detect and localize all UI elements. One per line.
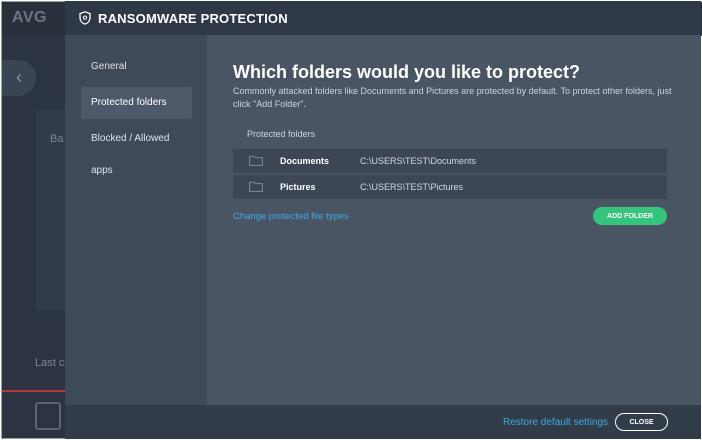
background-partial-text: Ba — [50, 133, 64, 145]
sidebar-item-general[interactable]: General — [81, 51, 192, 83]
folder-name: Documents — [280, 156, 330, 166]
dialog-footer: Restore default settings CLOSE — [65, 405, 701, 439]
change-protected-file-types-link[interactable]: Change protected file types — [233, 211, 349, 222]
section-label-protected-folders: Protected folders — [247, 129, 316, 139]
chevron-left-icon: ‹ — [16, 67, 22, 87]
protected-folders-list: Documents C:\USERS\TEST\Documents Pictur… — [233, 149, 667, 201]
page-description: Commonly attacked folders like Documents… — [233, 86, 672, 109]
dialog-header: RANSOMWARE PROTECTION — [65, 1, 701, 35]
folder-icon — [249, 181, 263, 192]
folder-row-pictures[interactable]: Pictures C:\USERS\TEST\Pictures — [233, 175, 667, 199]
ransomware-protection-dialog: RANSOMWARE PROTECTION General Protected … — [65, 1, 701, 439]
folder-icon — [249, 155, 263, 166]
folder-path: C:\USERS\TEST\Documents — [360, 156, 477, 166]
folder-path: C:\USERS\TEST\Pictures — [360, 182, 464, 192]
page-title: Which folders would you like to protect? — [233, 62, 581, 82]
dialog-main-content: Which folders would you like to protect?… — [207, 35, 701, 405]
dialog-title: RANSOMWARE PROTECTION — [98, 11, 288, 26]
restore-default-settings-link[interactable]: Restore default settings — [503, 417, 608, 428]
calendar-icon — [35, 402, 61, 430]
sidebar-item-protected-folders[interactable]: Protected folders — [81, 87, 192, 119]
background-divider — [2, 390, 72, 392]
dialog-sidebar: General Protected folders Blocked / Allo… — [65, 35, 207, 405]
folder-row-documents[interactable]: Documents C:\USERS\TEST\Documents — [233, 149, 667, 173]
app-logo: AVG — [12, 9, 47, 26]
add-folder-button[interactable]: ADD FOLDER — [593, 207, 667, 225]
sidebar-item-blocked-allowed-apps[interactable]: Blocked / Allowed apps — [81, 123, 192, 176]
back-button[interactable]: ‹ — [2, 60, 36, 96]
shield-icon — [79, 11, 91, 25]
folder-name: Pictures — [280, 182, 316, 192]
close-button[interactable]: CLOSE — [615, 413, 668, 431]
